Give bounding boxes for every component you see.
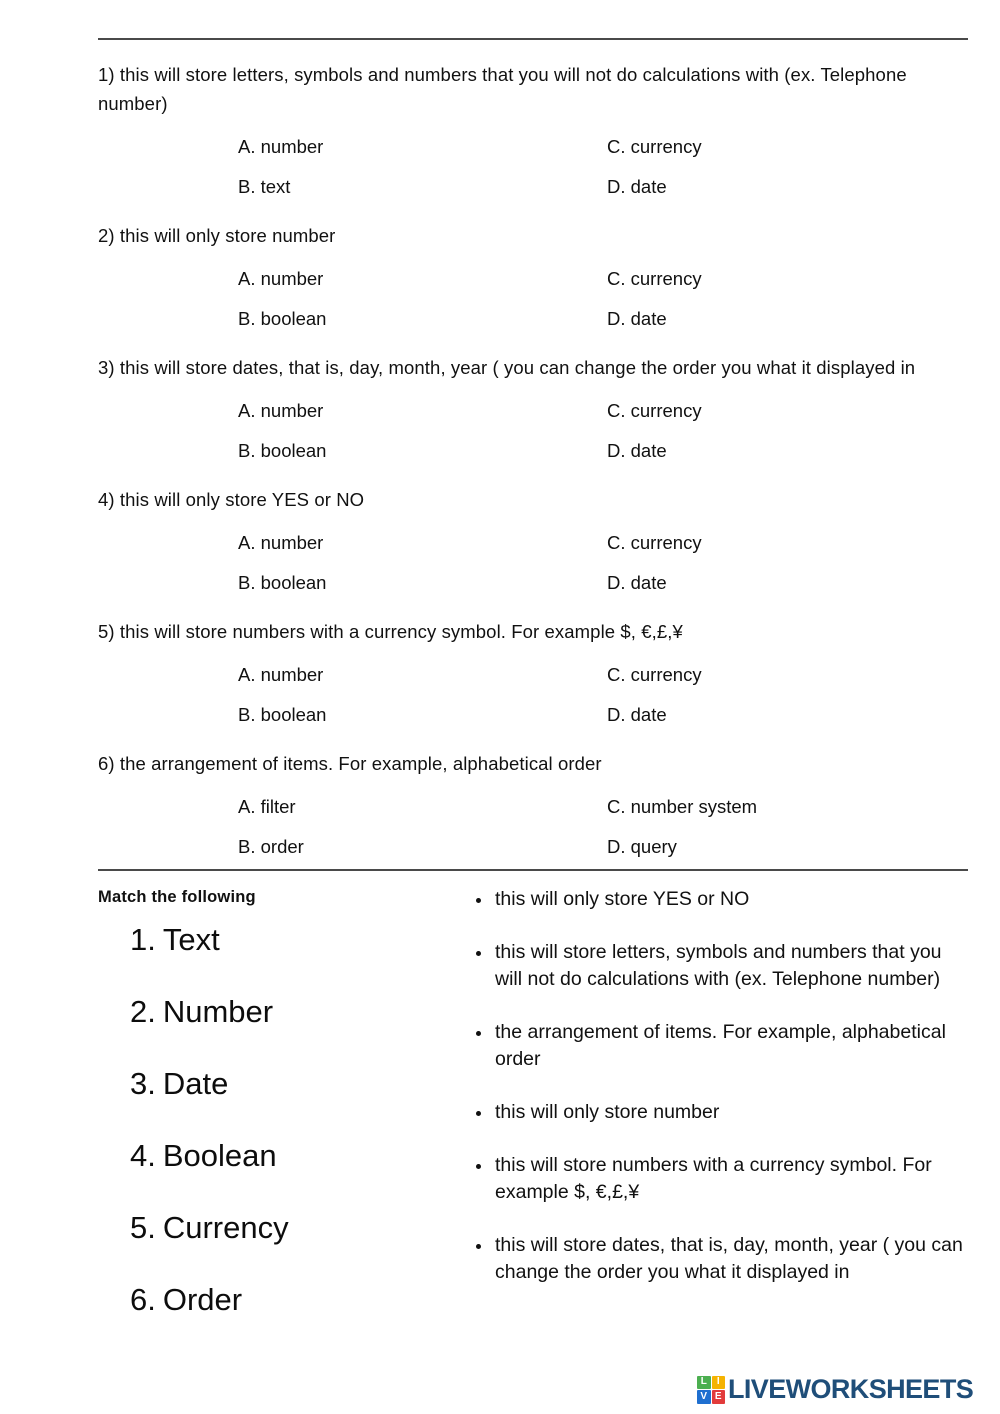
- logo-tile-i: I: [711, 1375, 725, 1389]
- matching-term-label: Number: [162, 994, 274, 1029]
- matching-term-number: 1.: [130, 922, 156, 957]
- option-row-ac-5: A. number C. currency: [238, 655, 974, 695]
- option-b-2[interactable]: B. boolean: [238, 306, 607, 332]
- option-b-6[interactable]: B. order: [238, 834, 607, 860]
- top-divider: [98, 38, 968, 40]
- question-block-5: 5) this will store numbers with a curren…: [98, 617, 974, 735]
- option-b-5[interactable]: B. boolean: [238, 702, 607, 728]
- option-a-1[interactable]: A. number: [238, 134, 607, 160]
- matching-term-label: Currency: [162, 1210, 289, 1245]
- option-b-1[interactable]: B. text: [238, 174, 607, 200]
- matching-term-4[interactable]: 4. Boolean: [98, 1138, 458, 1174]
- option-d-3[interactable]: D. date: [607, 438, 667, 464]
- matching-term-label: Order: [162, 1282, 243, 1317]
- option-row-bd-4: B. boolean D. date: [238, 563, 974, 603]
- option-d-4[interactable]: D. date: [607, 570, 667, 596]
- matching-definition-2[interactable]: this will store letters, symbols and num…: [467, 939, 974, 993]
- option-d-1[interactable]: D. date: [607, 174, 667, 200]
- options-4: A. number C. currency B. boolean D. date: [98, 523, 974, 603]
- question-text-6: 6) the arrangement of items. For example…: [98, 753, 602, 774]
- matching-term-5[interactable]: 5. Currency: [98, 1210, 458, 1246]
- option-a-6[interactable]: A. filter: [238, 794, 607, 820]
- liveworksheets-wordmark: LIVEWORKSHEETS: [728, 1374, 974, 1404]
- option-a-4[interactable]: A. number: [238, 530, 607, 556]
- option-row-bd-2: B. boolean D. date: [238, 299, 974, 339]
- question-block-1: 1) this will store letters, symbols and …: [98, 60, 974, 207]
- option-a-5[interactable]: A. number: [238, 662, 607, 688]
- option-d-6[interactable]: D. query: [607, 834, 677, 860]
- matching-term-number: 5.: [130, 1210, 156, 1245]
- live-blocks-icon: L I V E: [697, 1375, 725, 1404]
- question-block-6: 6) the arrangement of items. For example…: [98, 749, 974, 867]
- matching-definition-4[interactable]: this will only store number: [467, 1099, 974, 1126]
- question-text-2: 2) this will only store number: [98, 225, 336, 246]
- multiple-choice-section: 1) this will store letters, symbols and …: [98, 60, 974, 881]
- option-b-3[interactable]: B. boolean: [238, 438, 607, 464]
- matching-term-number: 2.: [130, 994, 156, 1029]
- matching-term-number: 3.: [130, 1066, 156, 1101]
- option-row-ac-4: A. number C. currency: [238, 523, 974, 563]
- option-c-1[interactable]: C. currency: [607, 134, 702, 160]
- matching-term-label: Boolean: [162, 1138, 277, 1173]
- option-c-5[interactable]: C. currency: [607, 662, 702, 688]
- question-block-2: 2) this will only store number A. number…: [98, 221, 974, 339]
- matching-definition-6[interactable]: this will store dates, that is, day, mon…: [467, 1232, 974, 1286]
- matching-terms-column: Match the following 1. Text 2. Number 3.…: [98, 886, 458, 1354]
- logo-tile-v: V: [697, 1390, 711, 1404]
- matching-definition-3[interactable]: the arrangement of items. For example, a…: [467, 1019, 974, 1073]
- options-3: A. number C. currency B. boolean D. date: [98, 391, 974, 471]
- question-text-3: 3) this will store dates, that is, day, …: [98, 357, 916, 378]
- matching-term-label: Date: [162, 1066, 229, 1101]
- matching-section: Match the following 1. Text 2. Number 3.…: [98, 886, 974, 1354]
- option-d-2[interactable]: D. date: [607, 306, 667, 332]
- option-c-4[interactable]: C. currency: [607, 530, 702, 556]
- options-5: A. number C. currency B. boolean D. date: [98, 655, 974, 735]
- option-a-3[interactable]: A. number: [238, 398, 607, 424]
- matching-definition-list: this will only store YES or NO this will…: [467, 886, 974, 1286]
- option-row-bd-6: B. order D. query: [238, 827, 974, 867]
- options-2: A. number C. currency B. boolean D. date: [98, 259, 974, 339]
- worksheet-page: 1) this will store letters, symbols and …: [0, 0, 1000, 1414]
- matching-title: Match the following: [98, 888, 256, 906]
- options-6: A. filter C. number system B. order D. q…: [98, 787, 974, 867]
- matching-term-number: 6.: [130, 1282, 156, 1317]
- matching-term-number: 4.: [130, 1138, 156, 1173]
- option-row-ac-3: A. number C. currency: [238, 391, 974, 431]
- option-c-2[interactable]: C. currency: [607, 266, 702, 292]
- question-block-4: 4) this will only store YES or NO A. num…: [98, 485, 974, 603]
- option-d-5[interactable]: D. date: [607, 702, 667, 728]
- question-text-1: 1) this will store letters, symbols and …: [98, 64, 907, 114]
- logo-tile-e: E: [711, 1390, 725, 1404]
- option-a-2[interactable]: A. number: [238, 266, 607, 292]
- matching-term-list: 1. Text 2. Number 3. Date 4. Boolean 5.: [98, 922, 458, 1318]
- matching-definition-1[interactable]: this will only store YES or NO: [467, 886, 974, 913]
- question-text-5: 5) this will store numbers with a curren…: [98, 621, 683, 642]
- section-divider: [98, 869, 968, 871]
- question-text-4: 4) this will only store YES or NO: [98, 489, 365, 510]
- matching-term-label: Text: [162, 922, 220, 957]
- matching-definition-5[interactable]: this will store numbers with a currency …: [467, 1152, 974, 1206]
- option-c-6[interactable]: C. number system: [607, 794, 757, 820]
- matching-definitions-column: this will only store YES or NO this will…: [458, 886, 974, 1312]
- options-1: A. number C. currency B. text D. date: [98, 127, 974, 207]
- option-row-ac-2: A. number C. currency: [238, 259, 974, 299]
- option-row-bd-3: B. boolean D. date: [238, 431, 974, 471]
- option-row-ac-1: A. number C. currency: [238, 127, 974, 167]
- matching-term-6[interactable]: 6. Order: [98, 1282, 458, 1318]
- matching-term-2[interactable]: 2. Number: [98, 994, 458, 1030]
- question-block-3: 3) this will store dates, that is, day, …: [98, 353, 974, 471]
- option-row-ac-6: A. filter C. number system: [238, 787, 974, 827]
- matching-term-3[interactable]: 3. Date: [98, 1066, 458, 1102]
- option-row-bd-1: B. text D. date: [238, 167, 974, 207]
- liveworksheets-logo[interactable]: L I V E LIVEWORKSHEETS: [697, 1374, 974, 1405]
- logo-tile-l: L: [697, 1375, 711, 1389]
- option-row-bd-5: B. boolean D. date: [238, 695, 974, 735]
- option-b-4[interactable]: B. boolean: [238, 570, 607, 596]
- matching-term-1[interactable]: 1. Text: [98, 922, 458, 958]
- option-c-3[interactable]: C. currency: [607, 398, 702, 424]
